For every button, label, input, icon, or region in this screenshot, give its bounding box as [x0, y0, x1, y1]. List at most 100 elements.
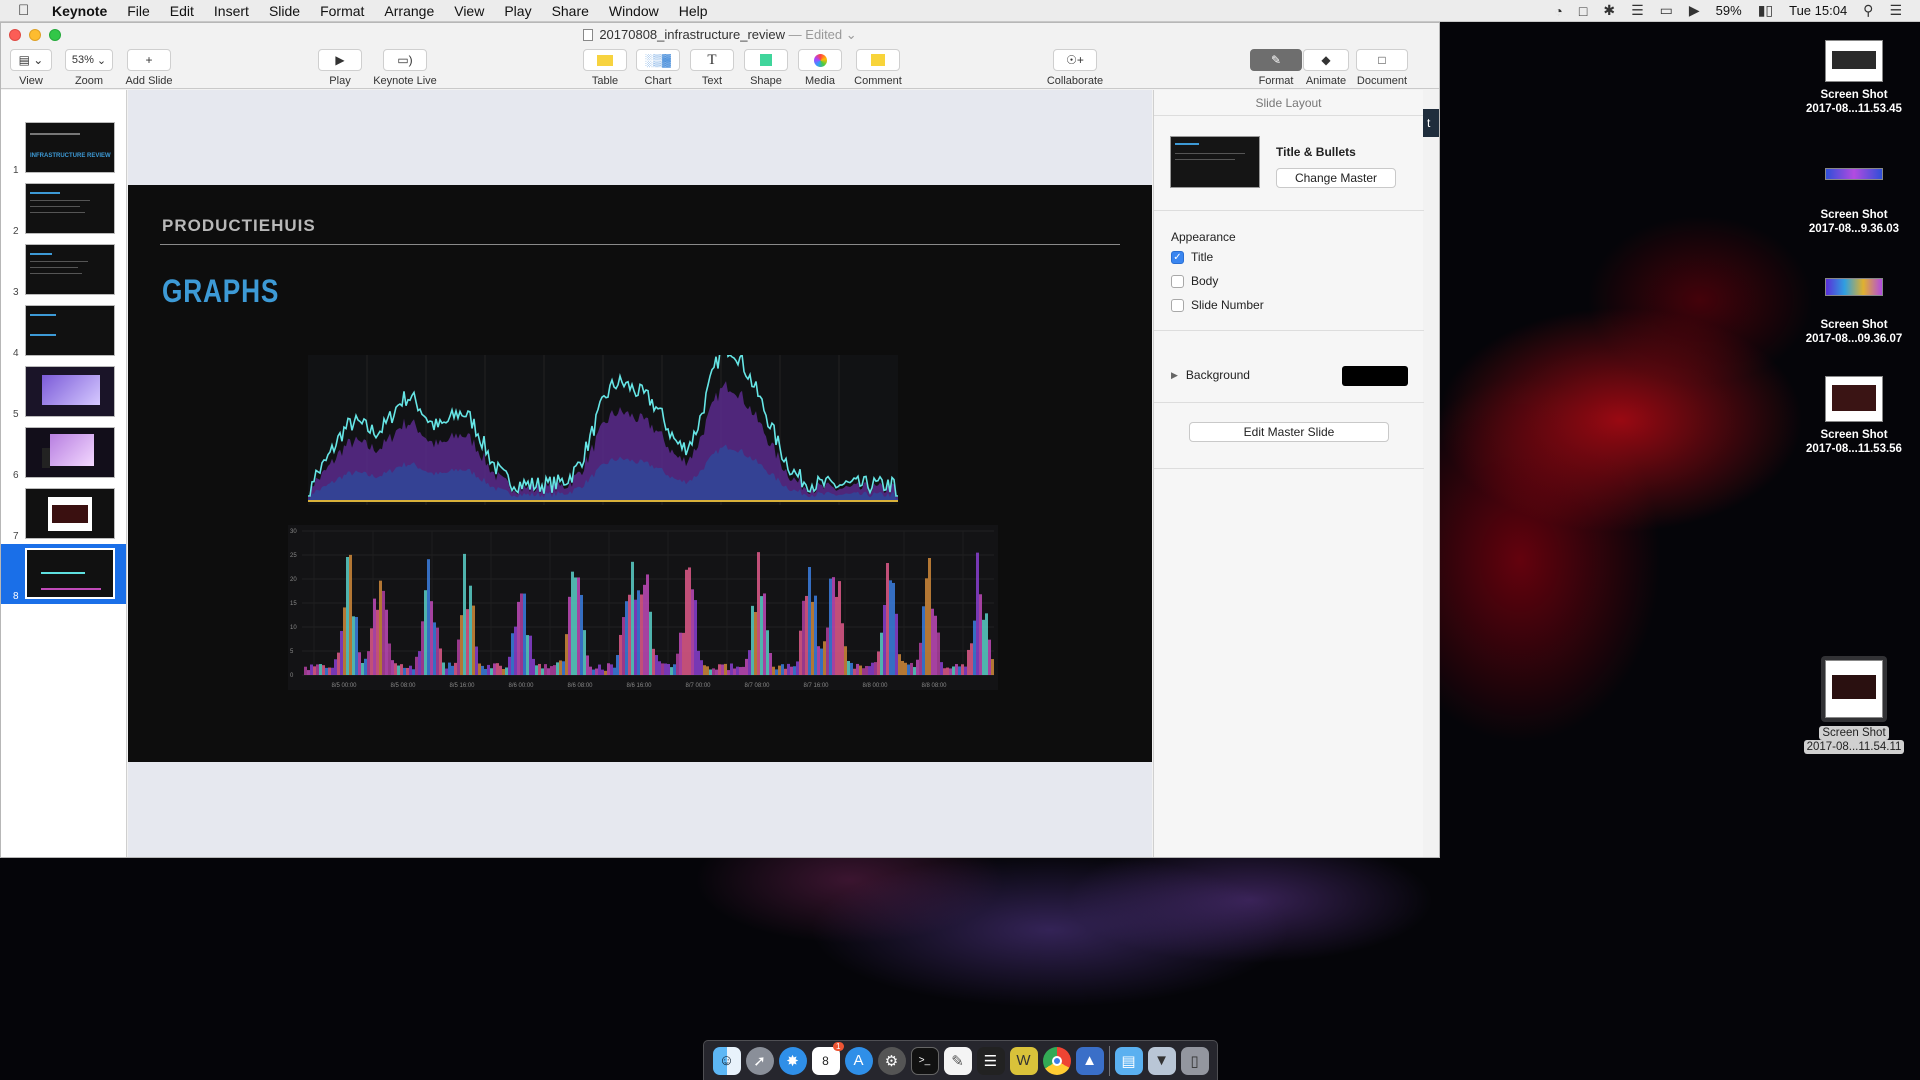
- graph-spike: [571, 571, 574, 675]
- slide-number-checkbox[interactable]: [1171, 298, 1184, 312]
- slide-thumbnail-5[interactable]: 5: [1, 362, 126, 422]
- desktop-file-1[interactable]: Screen Shot 2017-08...11.53.45: [1794, 40, 1914, 116]
- activity-monitor-icon[interactable]: ☰: [976, 1046, 1005, 1075]
- title-checkbox[interactable]: ✓: [1171, 250, 1184, 264]
- menu-arrange[interactable]: Arrange: [384, 3, 434, 19]
- slide-thumbnail-7[interactable]: 7: [1, 484, 126, 544]
- lock-icon[interactable]: □: [1579, 3, 1587, 19]
- slide-number-checkbox-row[interactable]: Slide Number: [1171, 298, 1264, 312]
- app-store-icon[interactable]: A: [844, 1046, 873, 1075]
- collaborate-tool[interactable]: ☉+ Collaborate: [1045, 49, 1105, 87]
- airplay-icon[interactable]: ▭: [1660, 2, 1673, 19]
- menu-view[interactable]: View: [454, 3, 484, 19]
- headphones-icon[interactable]: ◔: [1554, 3, 1562, 19]
- desktop-file-2[interactable]: Screen Shot 2017-08...9.36.03: [1794, 168, 1914, 236]
- background-disclosure[interactable]: ▶ Background: [1171, 368, 1250, 382]
- bluetooth-icon[interactable]: ✱: [1603, 2, 1615, 19]
- menu-play[interactable]: Play: [504, 3, 531, 19]
- desktop-file-3[interactable]: Screen Shot 2017-08...09.36.07: [1794, 278, 1914, 346]
- change-master-button[interactable]: Change Master: [1276, 168, 1396, 188]
- body-checkbox[interactable]: [1171, 274, 1184, 288]
- chart-tool[interactable]: ░▒▓ Chart: [636, 49, 680, 87]
- view-tool[interactable]: ▤ ⌄ View: [10, 49, 52, 87]
- slide[interactable]: PRODUCTIEHUIS GRAPHS 30 25 20 15 10 5 0 …: [128, 185, 1152, 762]
- table-tool[interactable]: Table: [583, 49, 627, 87]
- terminal-icon[interactable]: >_: [910, 1046, 939, 1075]
- graph-image-1[interactable]: [308, 355, 898, 505]
- zoom-tool[interactable]: 53% ⌄ Zoom: [65, 49, 113, 87]
- launchpad-icon[interactable]: ➚: [745, 1046, 774, 1075]
- animate-tool[interactable]: ◆ Animate: [1303, 49, 1349, 87]
- battery-icon[interactable]: ▮▯: [1758, 2, 1773, 19]
- applications-folder-icon[interactable]: ▤: [1114, 1046, 1143, 1075]
- shape-tool[interactable]: Shape: [744, 49, 788, 87]
- desktop-file-4[interactable]: Screen Shot 2017-08...11.53.56: [1794, 376, 1914, 456]
- textedit-icon[interactable]: ✎: [943, 1046, 972, 1075]
- background-window-edge[interactable]: t: [1423, 109, 1439, 137]
- menu-insert[interactable]: Insert: [214, 3, 249, 19]
- menu-window[interactable]: Window: [609, 3, 659, 19]
- volume-icon[interactable]: ▶: [1689, 2, 1700, 19]
- wifi-icon[interactable]: ☰: [1631, 2, 1644, 19]
- downloads-folder-icon[interactable]: ▼: [1147, 1046, 1176, 1075]
- chevron-down-icon[interactable]: ⌄: [846, 27, 857, 42]
- comment-tool[interactable]: Comment: [854, 49, 902, 87]
- format-tool[interactable]: ✎ Format: [1250, 49, 1302, 87]
- title-checkbox-row[interactable]: ✓ Title: [1171, 250, 1213, 264]
- slide-thumbnail-4[interactable]: 4: [1, 301, 126, 361]
- apple-menu-icon[interactable]: : [18, 2, 40, 19]
- graph-spike: [586, 655, 589, 675]
- add-slide-tool[interactable]: + Add Slide: [124, 49, 174, 87]
- master-slide-thumbnail[interactable]: [1170, 136, 1260, 188]
- keynote-live-tool[interactable]: ▭) Keynote Live: [370, 49, 440, 87]
- slide-divider-line[interactable]: [160, 244, 1120, 245]
- slide-title[interactable]: GRAPHS: [162, 273, 279, 310]
- disclosure-triangle-icon[interactable]: ▶: [1171, 370, 1178, 381]
- document-tool[interactable]: □ Document: [1353, 49, 1411, 87]
- graph-image-2[interactable]: 30 25 20 15 10 5 0 8/5 00:00 8/5 08:00 8…: [288, 525, 998, 690]
- menu-slide[interactable]: Slide: [269, 3, 300, 19]
- calendar-icon[interactable]: 81: [811, 1041, 844, 1075]
- slide-number: 8: [13, 591, 19, 602]
- media-tool[interactable]: Media: [798, 49, 842, 87]
- slide-thumbnail-3[interactable]: 3: [1, 240, 126, 300]
- document-title[interactable]: 20170808_infrastructure_review: [599, 27, 785, 42]
- finder-icon[interactable]: ☺: [712, 1046, 741, 1075]
- menu-format[interactable]: Format: [320, 3, 364, 19]
- zoom-window-button[interactable]: [49, 29, 61, 41]
- close-button[interactable]: [9, 29, 21, 41]
- menu-file[interactable]: File: [127, 3, 150, 19]
- keynote-icon[interactable]: ▲: [1075, 1046, 1104, 1075]
- graph-spike: [424, 590, 427, 675]
- menu-share[interactable]: Share: [552, 3, 589, 19]
- edit-master-slide-button[interactable]: Edit Master Slide: [1189, 422, 1389, 442]
- spotlight-icon[interactable]: ⚲: [1863, 2, 1873, 19]
- background-color-well[interactable]: [1342, 366, 1408, 386]
- menu-edit[interactable]: Edit: [170, 3, 194, 19]
- notification-center-icon[interactable]: ☰: [1889, 2, 1902, 19]
- slide-canvas[interactable]: PRODUCTIEHUIS GRAPHS 30 25 20 15 10 5 0 …: [128, 90, 1152, 857]
- system-preferences-icon[interactable]: ⚙: [877, 1046, 906, 1075]
- chrome-icon[interactable]: [1042, 1046, 1071, 1075]
- graph-spike: [838, 581, 841, 675]
- trash-icon[interactable]: ▯: [1180, 1046, 1209, 1075]
- slide-thumbnail-2[interactable]: 2: [1, 179, 126, 239]
- slide-thumbnail-1[interactable]: INFRASTRUCTURE REVIEW 1: [1, 118, 126, 178]
- minimize-button[interactable]: [29, 29, 41, 41]
- slide-thumbnail-6[interactable]: 6: [1, 423, 126, 483]
- graph-2-x-tick: 8/8 08:00: [921, 683, 947, 689]
- zoom-select[interactable]: 53% ⌄: [65, 49, 113, 71]
- desktop-file-5[interactable]: Screen Shot 2017-08...11.54.11: [1794, 656, 1914, 754]
- battery-percent[interactable]: 59%: [1716, 3, 1742, 18]
- text-tool[interactable]: T Text: [690, 49, 734, 87]
- play-tool[interactable]: ▶ Play: [317, 49, 363, 87]
- crossover-icon[interactable]: W: [1009, 1046, 1038, 1075]
- menu-help[interactable]: Help: [679, 3, 708, 19]
- slide-kicker-text[interactable]: PRODUCTIEHUIS: [162, 216, 316, 236]
- file-name-line2: 2017-08...11.53.45: [1806, 103, 1902, 115]
- body-checkbox-row[interactable]: Body: [1171, 274, 1218, 288]
- slide-thumbnail-8[interactable]: 8: [1, 544, 126, 604]
- app-menu[interactable]: Keynote: [52, 3, 107, 19]
- safari-icon[interactable]: ✸: [778, 1046, 807, 1075]
- clock[interactable]: Tue 15:04: [1789, 3, 1847, 18]
